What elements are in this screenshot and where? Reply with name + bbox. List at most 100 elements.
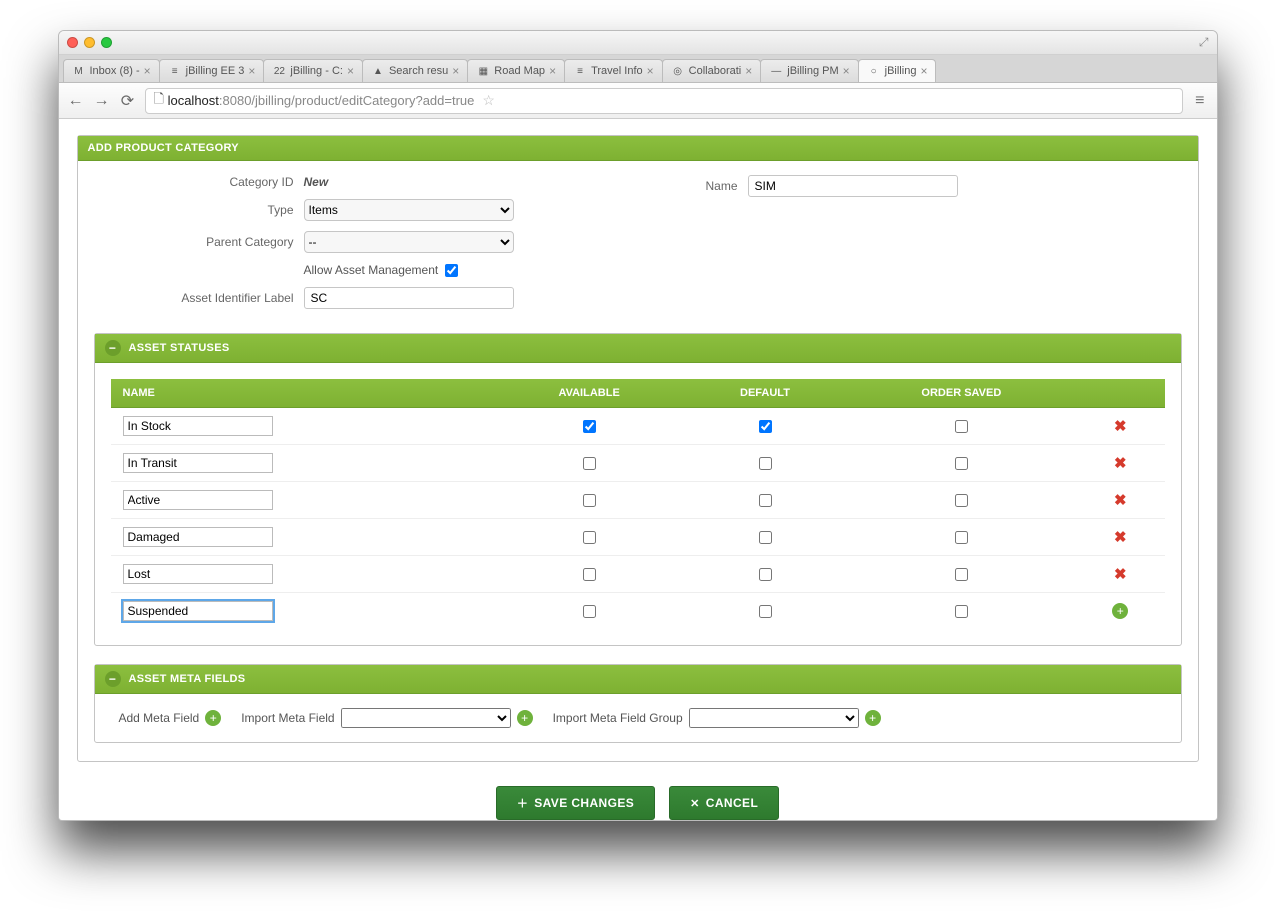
cancel-icon: ✕ — [690, 797, 700, 810]
close-tab-icon[interactable]: × — [347, 64, 354, 78]
delete-row-button[interactable]: ✖ — [1114, 455, 1127, 472]
browser-tab[interactable]: 22jBilling - C:× — [263, 59, 363, 82]
tab-label: jBilling — [885, 65, 917, 77]
order-saved-checkbox[interactable] — [955, 420, 968, 433]
close-tab-icon[interactable]: × — [452, 64, 459, 78]
address-bar[interactable]: 🗋 localhost:8080/jbilling/product/editCa… — [145, 88, 1184, 114]
add-meta-field-button[interactable]: + — [205, 710, 221, 726]
favicon: ▦ — [476, 64, 490, 78]
import-meta-field-group-select[interactable] — [689, 708, 859, 728]
import-meta-field-select[interactable] — [341, 708, 511, 728]
asset-identifier-input[interactable] — [304, 287, 514, 309]
name-input[interactable] — [748, 175, 958, 197]
order-saved-checkbox[interactable] — [955, 457, 968, 470]
url-host: localhost — [168, 93, 219, 108]
status-name-input[interactable] — [123, 416, 273, 436]
order-saved-checkbox[interactable] — [955, 568, 968, 581]
allow-asset-checkbox[interactable] — [445, 264, 458, 277]
browser-tab[interactable]: ◎Collaborati× — [662, 59, 762, 82]
col-available: AVAILABLE — [495, 379, 683, 408]
asset-statuses-title: ASSET STATUSES — [129, 342, 230, 354]
delete-row-button[interactable]: ✖ — [1114, 529, 1127, 546]
status-row: ✖ — [111, 519, 1165, 556]
browser-tab[interactable]: ▦Road Map× — [467, 59, 565, 82]
available-checkbox[interactable] — [583, 605, 596, 618]
status-row: ✖ — [111, 556, 1165, 593]
favicon: M — [72, 64, 86, 78]
browser-tab[interactable]: MInbox (8) - × — [63, 59, 160, 82]
order-saved-checkbox[interactable] — [955, 531, 968, 544]
panel-title: ADD PRODUCT CATEGORY — [88, 142, 239, 154]
delete-row-button[interactable]: ✖ — [1114, 492, 1127, 509]
cancel-button[interactable]: ✕ CANCEL — [669, 786, 779, 820]
default-checkbox[interactable] — [759, 568, 772, 581]
menu-icon[interactable]: ≡ — [1191, 92, 1208, 110]
status-name-input[interactable] — [123, 601, 273, 621]
close-tab-icon[interactable]: × — [745, 64, 752, 78]
zoom-window-icon[interactable] — [101, 37, 112, 48]
default-checkbox[interactable] — [759, 605, 772, 618]
asset-meta-fields-title: ASSET META FIELDS — [129, 673, 246, 685]
browser-tabs: MInbox (8) - ×≡jBilling EE 3×22jBilling … — [59, 55, 1217, 83]
close-tab-icon[interactable]: × — [843, 64, 850, 78]
close-tab-icon[interactable]: × — [248, 64, 255, 78]
col-default: DEFAULT — [683, 379, 846, 408]
save-icon: ＋ — [517, 795, 528, 811]
forward-button[interactable]: → — [93, 92, 111, 110]
close-tab-icon[interactable]: × — [920, 64, 927, 78]
back-button[interactable]: ← — [67, 92, 85, 110]
order-saved-checkbox[interactable] — [955, 605, 968, 618]
order-saved-checkbox[interactable] — [955, 494, 968, 507]
save-button[interactable]: ＋ SAVE CHANGES — [496, 786, 655, 820]
tab-label: jBilling EE 3 — [186, 65, 245, 77]
type-select[interactable]: Items — [304, 199, 514, 221]
tab-label: jBilling - C: — [290, 65, 343, 77]
available-checkbox[interactable] — [583, 494, 596, 507]
browser-tab[interactable]: ≡Travel Info× — [564, 59, 663, 82]
status-name-input[interactable] — [123, 453, 273, 473]
fullscreen-icon[interactable]: ⤢ — [1199, 35, 1209, 50]
available-checkbox[interactable] — [583, 420, 596, 433]
default-checkbox[interactable] — [759, 457, 772, 470]
collapse-icon[interactable]: − — [105, 340, 121, 356]
status-name-input[interactable] — [123, 527, 273, 547]
tab-label: jBilling PM — [787, 65, 838, 77]
import-meta-field-button[interactable]: + — [517, 710, 533, 726]
reload-button[interactable]: ⟳ — [119, 91, 137, 111]
name-label: Name — [668, 179, 748, 193]
status-name-input[interactable] — [123, 564, 273, 584]
favicon: ▲ — [371, 64, 385, 78]
close-tab-icon[interactable]: × — [647, 64, 654, 78]
status-row: ✖ — [111, 482, 1165, 519]
browser-tab[interactable]: ▲Search resu× — [362, 59, 468, 82]
asset-meta-fields-header: − ASSET META FIELDS — [95, 665, 1181, 694]
available-checkbox[interactable] — [583, 568, 596, 581]
import-meta-field-group-button[interactable]: + — [865, 710, 881, 726]
page-content: ADD PRODUCT CATEGORY Category ID New Typ… — [59, 119, 1217, 820]
browser-tab[interactable]: —jBilling PM× — [760, 59, 858, 82]
category-id-value: New — [304, 175, 329, 189]
status-name-input[interactable] — [123, 490, 273, 510]
browser-tab[interactable]: ○jBilling× — [858, 59, 937, 82]
parent-category-label: Parent Category — [94, 235, 304, 249]
browser-tab[interactable]: ≡jBilling EE 3× — [159, 59, 265, 82]
close-tab-icon[interactable]: × — [549, 64, 556, 78]
close-window-icon[interactable] — [67, 37, 78, 48]
delete-row-button[interactable]: ✖ — [1114, 418, 1127, 435]
add-row-button[interactable]: + — [1112, 603, 1128, 619]
available-checkbox[interactable] — [583, 457, 596, 470]
default-checkbox[interactable] — [759, 494, 772, 507]
category-id-label: Category ID — [94, 175, 304, 189]
collapse-icon[interactable]: − — [105, 671, 121, 687]
parent-category-select[interactable]: -- — [304, 231, 514, 253]
add-meta-field-label: Add Meta Field — [119, 711, 200, 725]
close-tab-icon[interactable]: × — [144, 64, 151, 78]
default-checkbox[interactable] — [759, 420, 772, 433]
import-meta-field-label: Import Meta Field — [241, 711, 334, 725]
delete-row-button[interactable]: ✖ — [1114, 566, 1127, 583]
col-order-saved: ORDER SAVED — [847, 379, 1076, 408]
available-checkbox[interactable] — [583, 531, 596, 544]
default-checkbox[interactable] — [759, 531, 772, 544]
bookmark-icon[interactable]: ☆ — [482, 92, 495, 109]
minimize-window-icon[interactable] — [84, 37, 95, 48]
